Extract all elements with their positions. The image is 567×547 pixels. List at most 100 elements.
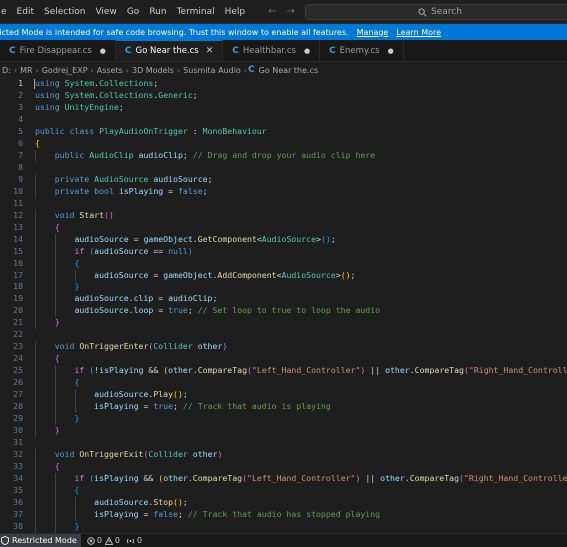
- line-number: 28: [13, 401, 23, 412]
- manage-link[interactable]: Manage: [357, 28, 389, 37]
- breadcrumb-segment[interactable]: Go Near the.cs: [259, 66, 319, 75]
- menu-item-help[interactable]: Help: [220, 7, 251, 17]
- restricted-mode-indicator[interactable]: Restricted Mode: [0, 534, 81, 547]
- code-token: =: [128, 233, 144, 244]
- breadcrumb-segment[interactable]: Susmita Audio: [183, 66, 241, 75]
- code-token: isPlaying: [99, 365, 144, 376]
- menu-item-view[interactable]: View: [90, 7, 121, 17]
- line-number: 19: [13, 293, 23, 304]
- menu-item-e[interactable]: e: [0, 7, 12, 17]
- code-token: {: [54, 221, 60, 232]
- code-text: if (!isPlaying && (other.CompareTag("Lef…: [35, 365, 567, 377]
- code-token: audioSource: [94, 245, 149, 256]
- chevron-right-icon: ›: [90, 65, 94, 75]
- shield-icon: [1, 536, 9, 545]
- code-line: 18 }: [0, 281, 567, 294]
- line-number: 24: [13, 353, 23, 364]
- line-number: 15: [13, 245, 23, 256]
- code-line: 30 }: [0, 425, 567, 438]
- forward-arrow-icon[interactable]: →: [287, 6, 295, 17]
- code-token: using: [35, 89, 60, 100]
- code-token: ;: [202, 185, 208, 196]
- code-line: 14 audioSource = gameObject.GetComponent…: [0, 233, 567, 246]
- breadcrumb-segment[interactable]: MR: [20, 66, 32, 75]
- tab-enemy-cs[interactable]: C Enemy.cs ●: [320, 40, 404, 61]
- problems-indicator[interactable]: 0 0: [87, 536, 120, 545]
- code-token: ;: [192, 89, 198, 100]
- tab-fire-disappear-cs[interactable]: C Fire Disappear.cs ●: [0, 40, 116, 61]
- code-line: 28 isPlaying = true; // Track that audio…: [0, 401, 567, 414]
- code-text: {: [35, 222, 60, 234]
- code-token: if: [74, 245, 85, 256]
- line-number: 5: [18, 125, 23, 136]
- code-token: (): [173, 389, 183, 400]
- error-count: 0: [96, 536, 102, 545]
- line-number: 27: [13, 389, 23, 400]
- unsaved-dot-icon[interactable]: ●: [388, 47, 394, 55]
- code-line: 8: [0, 162, 567, 174]
- menu-item-go[interactable]: Go: [122, 7, 144, 17]
- code-token: System: [64, 78, 95, 88]
- code-line: 1 using System.Collections;: [0, 78, 567, 90]
- code-editor[interactable]: 1 using System.Collections; 2 using System.…: [0, 78, 567, 533]
- code-token: // Drag and drop your audio clip here: [192, 149, 376, 160]
- close-icon[interactable]: ✕: [206, 46, 214, 56]
- line-number: 25: [13, 365, 23, 376]
- learn-more-link[interactable]: Learn More: [396, 28, 441, 37]
- status-bar: Restricted Mode 0 0 0: [0, 533, 567, 547]
- tab-go-near-the-cs[interactable]: C Go Near the.cs ✕: [115, 40, 224, 61]
- code-text: void OnTriggerExit(Collider other): [35, 449, 223, 461]
- line-number: 7: [18, 149, 23, 160]
- code-token: {: [54, 461, 60, 471]
- unsaved-dot-icon[interactable]: ●: [304, 47, 310, 55]
- chevron-right-icon: ›: [243, 65, 248, 75]
- menu-item-selection[interactable]: Selection: [39, 7, 90, 17]
- breadcrumb-segment[interactable]: D:: [2, 66, 11, 75]
- breadcrumb-segment[interactable]: Godrej_EXP: [42, 66, 88, 75]
- code-token: isPlaying: [118, 185, 164, 196]
- code-text: audioSource = gameObject.GetComponent<Au…: [35, 233, 335, 246]
- tab-label: Enemy.cs: [339, 45, 380, 56]
- ports-indicator[interactable]: 0: [126, 536, 142, 545]
- csharp-icon: C: [9, 45, 16, 56]
- back-arrow-icon[interactable]: ←: [268, 6, 276, 17]
- line-number: 32: [13, 449, 23, 460]
- line-number: 1: [18, 78, 23, 88]
- code-text: }: [35, 281, 79, 293]
- code-line: 38 }: [0, 520, 567, 533]
- code-text: audioSource.loop = true; // Set loop to …: [35, 305, 380, 317]
- code-token: GetComponent: [197, 233, 257, 244]
- search-box[interactable]: Search: [305, 4, 567, 20]
- menu-item-run[interactable]: Run: [144, 7, 171, 17]
- code-line: 17 audioSource = gameObject.AddComponent…: [0, 269, 567, 282]
- code-token: false: [153, 508, 178, 519]
- breadcrumb-segment[interactable]: Assets: [97, 66, 123, 75]
- breadcrumb-segment[interactable]: 3D Models: [132, 66, 174, 75]
- code-text: using UnityEngine;: [35, 102, 124, 114]
- tab-healthbar-cs[interactable]: C Healthbar.cs ●: [223, 40, 321, 61]
- ports-count: 0: [137, 536, 143, 545]
- code-token: =: [138, 401, 154, 412]
- code-token: Stop: [153, 496, 174, 507]
- code-token: public: [54, 149, 85, 160]
- code-token: // Track that audio has stopped playing: [187, 508, 381, 519]
- menu-item-terminal[interactable]: Terminal: [172, 7, 220, 17]
- menu-item-edit[interactable]: Edit: [12, 7, 39, 17]
- code-token: ;: [182, 149, 193, 160]
- code-token: CompareTag: [192, 472, 243, 483]
- code-text: if (audioSource == null): [35, 245, 192, 258]
- unsaved-dot-icon[interactable]: ●: [100, 47, 106, 55]
- code-line: 5 public class PlayAudioOnTrigger : MonoB…: [0, 126, 567, 138]
- code-token: (): [104, 209, 114, 220]
- line-number: 30: [13, 425, 23, 436]
- code-token: void: [54, 449, 75, 460]
- code-token: }: [74, 281, 80, 292]
- code-token: other: [168, 365, 193, 376]
- code-line: 31: [0, 437, 567, 449]
